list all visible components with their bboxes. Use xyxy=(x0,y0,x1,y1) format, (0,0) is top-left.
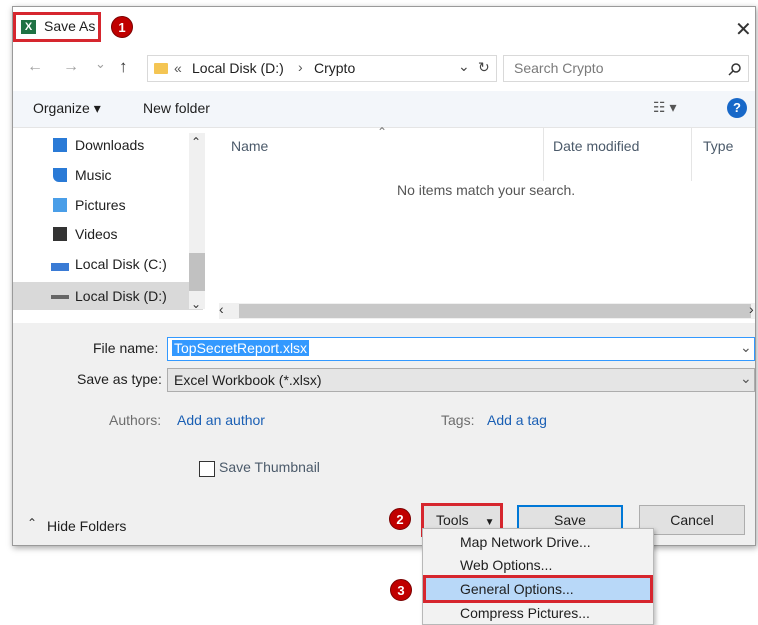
step-badge-1: 1 xyxy=(111,16,133,38)
sidebar-scroll-down-icon[interactable]: ⌄ xyxy=(191,297,201,311)
pictures-icon xyxy=(53,198,67,212)
drive-icon xyxy=(51,295,69,299)
sort-indicator-icon: ⌃ xyxy=(377,125,388,139)
sidebar-item-local-disk-c[interactable]: Local Disk (C:) xyxy=(51,251,167,277)
breadcrumb-overflow-icon[interactable]: « xyxy=(174,60,182,76)
downloads-icon xyxy=(53,138,67,152)
menu-item-general-options[interactable]: General Options... xyxy=(460,578,574,600)
save-as-type-dropdown-icon[interactable]: ⌄ xyxy=(740,370,752,387)
title-highlight: X Save As xyxy=(13,12,101,42)
menu-item-web-options[interactable]: Web Options... xyxy=(460,554,552,576)
scroll-right-icon[interactable]: › xyxy=(749,301,754,317)
forward-arrow-icon[interactable]: → xyxy=(63,58,79,76)
sidebar-item-label: Videos xyxy=(75,226,118,242)
videos-icon xyxy=(53,227,67,241)
save-as-dialog: X Save As 1 ✕ ← → ⌄ ↑ « Local Disk (D:) … xyxy=(12,6,756,546)
save-thumbnail-label: Save Thumbnail xyxy=(219,459,320,475)
breadcrumb-local-disk-d[interactable]: Local Disk (D:) xyxy=(192,60,284,76)
address-dropdown-icon[interactable]: ⌄ xyxy=(458,58,470,75)
menu-item-compress-pictures[interactable]: Compress Pictures... xyxy=(460,602,590,624)
search-box[interactable]: Search Crypto xyxy=(503,55,749,82)
step-badge-2: 2 xyxy=(389,508,411,530)
sidebar-item-label: Local Disk (C:) xyxy=(75,256,167,272)
drive-icon xyxy=(51,263,69,271)
organize-button[interactable]: Organize ▾ xyxy=(33,100,101,117)
sidebar-scroll-up-icon[interactable]: ⌃ xyxy=(191,135,201,149)
sidebar-item-videos[interactable]: Videos xyxy=(53,221,118,247)
sidebar-item-music[interactable]: Music xyxy=(53,162,112,188)
file-name-label: File name: xyxy=(93,340,159,356)
sidebar-item-pictures[interactable]: Pictures xyxy=(53,192,126,218)
search-input[interactable]: Search Crypto xyxy=(514,60,603,76)
tags-label: Tags: xyxy=(441,412,475,428)
command-bar: Organize ▾ New folder ☷ ▾ ? xyxy=(13,91,755,128)
view-options-icon[interactable]: ☷ ▾ xyxy=(653,99,676,116)
up-arrow-icon[interactable]: ↑ xyxy=(119,57,128,77)
file-name-value: TopSecretReport.xlsx xyxy=(172,340,310,356)
music-icon xyxy=(53,168,67,182)
menu-item-map-network-drive[interactable]: Map Network Drive... xyxy=(460,531,591,553)
excel-icon: X xyxy=(21,20,36,34)
recent-locations-icon[interactable]: ⌄ xyxy=(95,56,106,72)
folder-icon xyxy=(154,63,168,74)
column-separator xyxy=(691,127,692,181)
sidebar-scroll-thumb[interactable] xyxy=(189,253,205,291)
address-bar[interactable]: « Local Disk (D:) › Crypto ⌄ ↻ xyxy=(147,55,497,82)
sidebar-item-downloads[interactable]: Downloads xyxy=(53,132,144,158)
breadcrumb-crypto[interactable]: Crypto xyxy=(314,60,355,76)
empty-folder-message: No items match your search. xyxy=(397,182,576,198)
help-icon[interactable]: ? xyxy=(727,98,747,118)
back-arrow-icon[interactable]: ← xyxy=(27,58,43,76)
sidebar-item-label: Pictures xyxy=(75,197,126,213)
refresh-icon[interactable]: ↻ xyxy=(478,59,490,76)
sidebar-item-label: Local Disk (D:) xyxy=(75,288,167,304)
column-header-name[interactable]: Name xyxy=(231,138,268,154)
save-as-type-value: Excel Workbook (*.xlsx) xyxy=(174,372,322,388)
tools-label: Tools xyxy=(436,512,469,528)
authors-label: Authors: xyxy=(109,412,162,428)
add-tag-link[interactable]: Add a tag xyxy=(487,412,547,428)
search-icon[interactable] xyxy=(728,62,742,76)
column-separator xyxy=(543,127,544,181)
sidebar-item-local-disk-d[interactable]: Local Disk (D:) xyxy=(51,283,167,309)
column-header-date-modified[interactable]: Date modified xyxy=(553,138,639,154)
scroll-left-icon[interactable]: ‹ xyxy=(219,301,224,317)
save-options-pane: File name: TopSecretReport.xlsx ⌄ Save a… xyxy=(13,323,755,545)
save-as-type-select[interactable]: Excel Workbook (*.xlsx) ⌄ xyxy=(167,368,755,392)
add-author-link[interactable]: Add an author xyxy=(177,412,265,428)
tools-dropdown-icon: ▼ xyxy=(484,517,495,528)
breadcrumb-separator-icon: › xyxy=(298,59,303,75)
hide-folders-button[interactable]: Hide Folders xyxy=(47,518,126,534)
cancel-button[interactable]: Cancel xyxy=(639,505,745,535)
new-folder-button[interactable]: New folder xyxy=(143,100,210,116)
step-badge-3: 3 xyxy=(390,579,412,601)
file-name-dropdown-icon[interactable]: ⌄ xyxy=(740,339,752,356)
file-list-scroll-thumb[interactable] xyxy=(239,304,751,318)
close-icon[interactable]: ✕ xyxy=(735,17,752,42)
save-thumbnail-checkbox[interactable] xyxy=(199,461,215,477)
save-as-type-label: Save as type: xyxy=(77,371,162,387)
column-header-type[interactable]: Type xyxy=(703,138,733,154)
sidebar-item-label: Downloads xyxy=(75,137,145,153)
hide-folders-chevron-icon[interactable]: ⌃ xyxy=(27,516,37,530)
sidebar-item-label: Music xyxy=(75,167,112,183)
window-title: Save As xyxy=(44,18,96,34)
file-name-input[interactable]: TopSecretReport.xlsx ⌄ xyxy=(167,337,755,361)
